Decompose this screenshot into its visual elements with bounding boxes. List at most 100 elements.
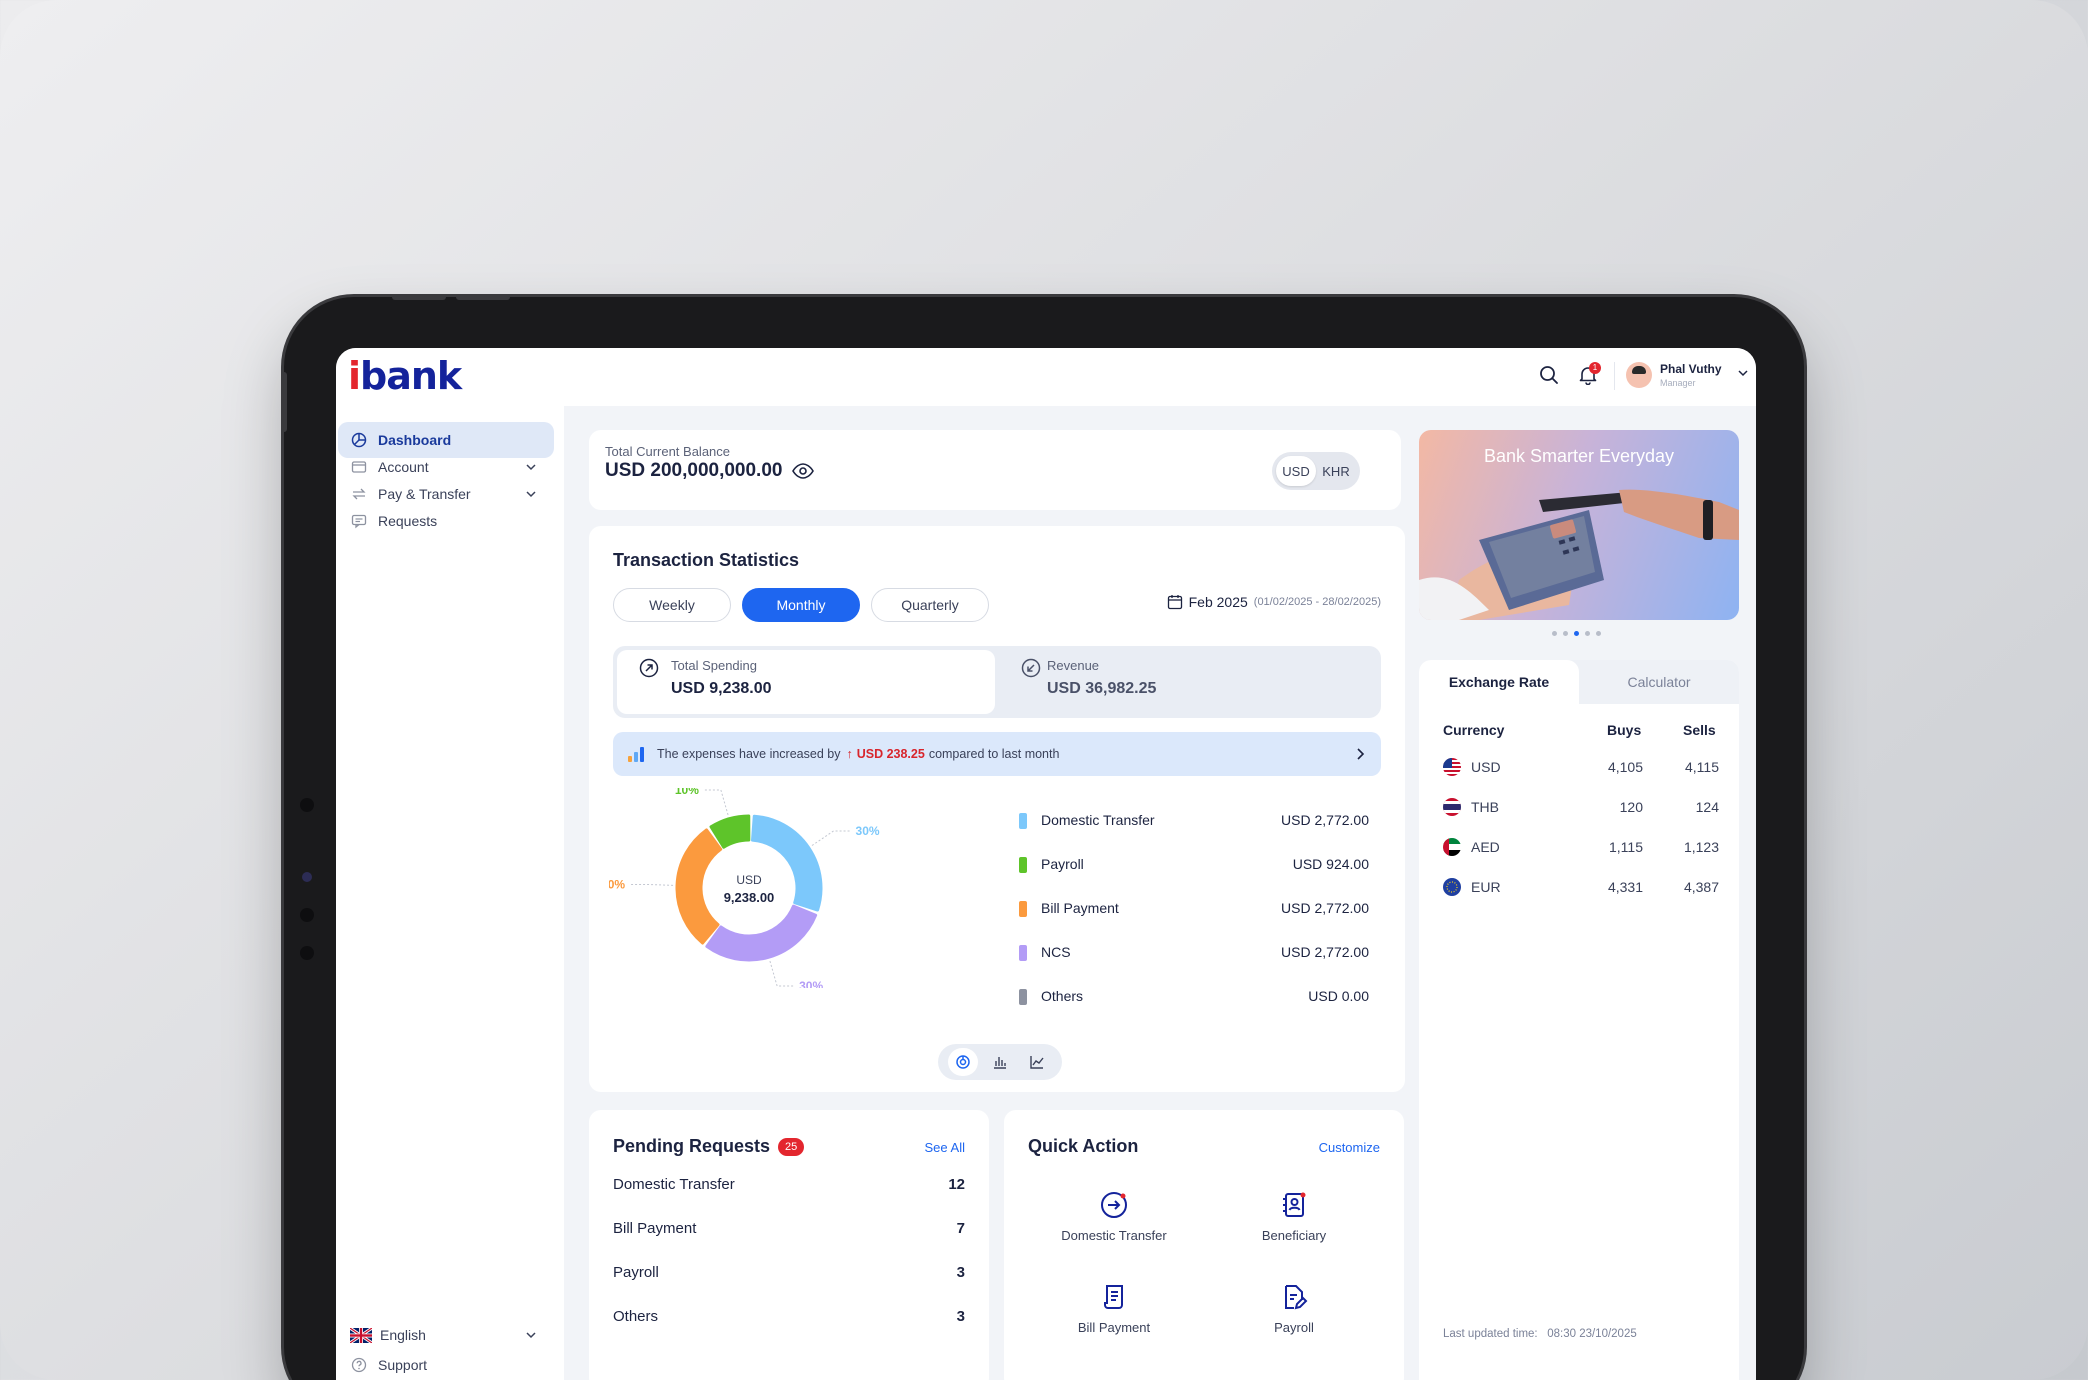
legend-name: NCS — [1041, 944, 1071, 960]
bar-view-button[interactable] — [985, 1048, 1015, 1076]
currency-code: THB — [1471, 799, 1499, 815]
bar-chart-icon — [993, 1057, 1006, 1069]
donut-view-button[interactable] — [947, 1048, 978, 1076]
legend-swatch — [1019, 989, 1027, 1005]
chevron-right-icon — [1357, 748, 1365, 760]
document-edit-icon — [1285, 1285, 1308, 1310]
chevron-down-icon — [526, 1332, 536, 1339]
period-quarterly-button[interactable]: Quarterly — [871, 588, 989, 622]
slice-percentage-label: 30% — [799, 979, 823, 988]
bar-chart-icon — [628, 747, 644, 762]
pending-count: 3 — [956, 1308, 965, 1325]
donut-slice-bill-payment[interactable] — [675, 828, 723, 945]
promo-banner[interactable]: Bank Smarter Everyday — [1419, 430, 1739, 620]
pending-row[interactable]: Bill Payment 7 — [613, 1220, 965, 1237]
legend-item: NCS USD 2,772.00 — [1019, 942, 1369, 964]
period-monthly-button[interactable]: Monthly — [742, 588, 860, 622]
donut-center-label: USD — [736, 873, 762, 887]
user-menu[interactable]: Phal Vuthy Manager — [1626, 360, 1750, 394]
see-all-link[interactable]: See All — [925, 1140, 965, 1155]
legend-swatch — [1019, 857, 1027, 873]
currency-code: AED — [1471, 839, 1500, 855]
exchange-row: USD 4,105 4,115 — [1443, 756, 1723, 778]
logo-text: bank — [360, 354, 462, 398]
sidebar-item-label: Account — [378, 459, 429, 475]
camera — [302, 872, 312, 882]
pending-label: Others — [613, 1308, 659, 1325]
date-range: (01/02/2025 - 28/02/2025) — [1253, 596, 1381, 608]
carousel-dot[interactable] — [1596, 631, 1601, 636]
sensor — [300, 908, 314, 922]
pending-row[interactable]: Domestic Transfer 12 — [613, 1176, 965, 1193]
revenue-value: USD 36,982.25 — [1047, 680, 1157, 697]
message-icon — [350, 512, 368, 530]
carousel-dot[interactable] — [1552, 631, 1557, 636]
tablet-volume-button — [456, 294, 510, 300]
quick-action-title: Quick Action — [1028, 1136, 1139, 1156]
buy-rate: 120 — [1619, 799, 1643, 815]
notifications-button[interactable]: 1 — [1573, 360, 1603, 390]
notice-prefix: The expenses have increased by — [657, 747, 841, 761]
sell-rate: 124 — [1695, 799, 1719, 815]
line-chart-icon — [1030, 1056, 1044, 1069]
legend-value: USD 2,772.00 — [1281, 812, 1369, 828]
period-weekly-button[interactable]: Weekly — [613, 588, 731, 622]
quick-action-beneficiary[interactable]: Beneficiary — [1214, 1188, 1374, 1243]
pending-requests-title: Pending Requests 25 — [613, 1136, 805, 1157]
carousel-dot[interactable] — [1585, 631, 1590, 636]
date-month: Feb 2025 — [1188, 594, 1248, 610]
exchange-tabs: Exchange Rate Calculator — [1419, 660, 1739, 704]
sidebar-item-requests[interactable]: Requests — [338, 503, 554, 539]
expense-notice-banner[interactable]: The expenses have increased by ↑ USD 238… — [613, 732, 1381, 776]
calendar-icon — [1167, 595, 1182, 610]
eye-icon[interactable] — [792, 463, 815, 479]
tab-exchange-rate[interactable]: Exchange Rate — [1419, 660, 1579, 704]
pending-count: 3 — [956, 1264, 965, 1281]
quick-action-domestic-transfer[interactable]: Domestic Transfer — [1034, 1188, 1194, 1243]
ibank-logo[interactable]: ibank — [348, 354, 462, 398]
tab-calculator[interactable]: Calculator — [1579, 660, 1739, 704]
currency-usd-button[interactable]: USD — [1276, 456, 1316, 486]
line-view-button[interactable] — [1022, 1048, 1052, 1076]
carousel-dot-active[interactable] — [1574, 631, 1579, 636]
sell-rate: 4,115 — [1685, 759, 1719, 775]
top-bar: ibank 1 Phal Vuthy Manager — [336, 348, 1756, 406]
carousel-dot[interactable] — [1563, 631, 1568, 636]
pending-row[interactable]: Payroll 3 — [613, 1264, 965, 1281]
notice-suffix: compared to last month — [928, 747, 1060, 761]
pie-chart-icon — [955, 1055, 970, 1069]
currency-code: EUR — [1471, 879, 1501, 895]
search-button[interactable] — [1534, 360, 1564, 390]
tablet-volume-button — [392, 294, 446, 300]
exchange-rate-card: Exchange Rate Calculator Currency Buys S… — [1419, 660, 1739, 1380]
sidebar-item-support[interactable]: Support — [338, 1347, 554, 1380]
sensor — [300, 946, 314, 960]
slice-percentage-label: 30% — [856, 824, 880, 838]
user-role: Manager — [1660, 378, 1696, 388]
pending-row[interactable]: Others 3 — [613, 1308, 965, 1325]
quick-action-label: Bill Payment — [1077, 1320, 1151, 1335]
sell-rate: 4,387 — [1683, 879, 1719, 895]
total-spending-value: USD 9,238.00 — [671, 680, 772, 697]
legend-value: USD 924.00 — [1292, 856, 1369, 872]
revenue-label: Revenue — [1047, 658, 1100, 673]
legend-value: USD 2,772.00 — [1281, 900, 1369, 916]
chart-view-toggle — [938, 1044, 1062, 1080]
donut-slice-ncs[interactable] — [705, 904, 818, 962]
quick-action-bill-payment[interactable]: Bill Payment — [1034, 1280, 1194, 1335]
balance-label: Total Current Balance — [605, 444, 731, 459]
receipt-icon — [1104, 1285, 1123, 1309]
label-leader-line — [629, 883, 674, 886]
dashboard-icon — [350, 431, 368, 449]
quick-action-payroll[interactable]: Payroll — [1214, 1280, 1374, 1335]
customize-link[interactable]: Customize — [1319, 1140, 1380, 1155]
quick-action-label: Payroll — [1274, 1320, 1314, 1335]
carousel-indicator — [1552, 631, 1601, 636]
date-range-picker[interactable]: Feb 2025 (01/02/2025 - 28/02/2025) — [1167, 594, 1381, 610]
pending-label: Domestic Transfer — [613, 1176, 735, 1193]
currency-khr-button[interactable]: KHR — [1316, 456, 1356, 486]
sell-rate: 1,123 — [1683, 839, 1719, 855]
last-updated-label: Last updated time: — [1443, 1328, 1538, 1340]
quick-action-label: Domestic Transfer — [1061, 1228, 1167, 1243]
pending-count: 7 — [956, 1220, 965, 1237]
